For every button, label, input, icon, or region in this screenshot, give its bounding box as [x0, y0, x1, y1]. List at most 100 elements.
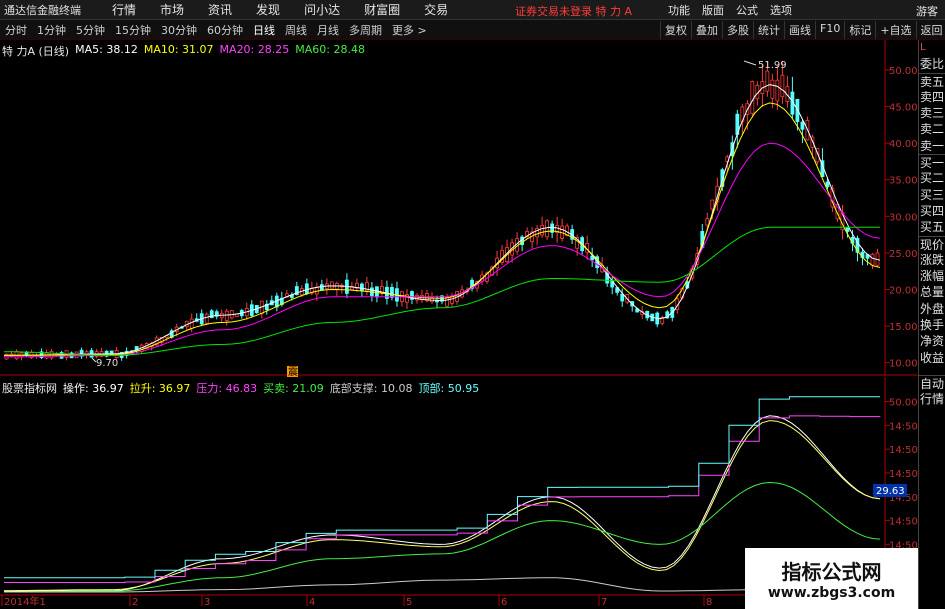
chart-area[interactable]: 50.00 45.00 40.00 35.00 30.00 25.00 20.00 15.00…	[0, 40, 918, 609]
candle-body	[189, 318, 194, 329]
period-5min[interactable]: 5分钟	[71, 22, 110, 38]
quote-field-label: 卖五	[919, 72, 945, 89]
candle-body	[329, 281, 334, 289]
price-tick-label: 30.00	[889, 212, 918, 223]
mark-button[interactable]: 标记	[844, 21, 875, 39]
quote-field-label: 涨幅	[920, 269, 945, 284]
multi-stock-button[interactable]: 多股	[722, 21, 753, 39]
candle-body	[450, 296, 454, 304]
quote-side-panel: L 委比 卖五 卖四 卖三 卖二 卖一 买一 买二 买三 买四 买五 现价 涨跌 涨幅 总量 外盘 换手 净资 收益自…	[918, 40, 945, 609]
period-30min[interactable]: 30分钟	[156, 22, 202, 38]
period-more[interactable]: 更多 >	[387, 22, 432, 38]
overlay-button[interactable]: 叠加	[691, 21, 722, 39]
menu-ask[interactable]: 问小达	[292, 1, 352, 18]
candle-body	[319, 284, 324, 291]
period-60min[interactable]: 60分钟	[202, 22, 248, 38]
date-tick-label: 6	[501, 597, 507, 608]
panel-badge: L	[920, 42, 926, 53]
menu-discover[interactable]: 发现	[244, 1, 292, 18]
period-daily[interactable]: 日线	[248, 22, 280, 38]
menu-quotes[interactable]: 行情	[100, 1, 148, 18]
candle-body	[540, 225, 545, 236]
indicator-tick-label: 14:50	[889, 421, 918, 432]
candle-body	[770, 79, 775, 99]
restore-rights-button[interactable]: 复权	[660, 21, 691, 39]
date-tick-label: 2	[132, 597, 138, 608]
menu-trade[interactable]: 交易	[412, 1, 460, 18]
quote-field-label: 卖四	[920, 89, 945, 104]
ma60-value: MA60: 28.48	[295, 43, 365, 56]
chart-toolbar: 复权 叠加 多股 统计 画线 F10 标记 +自选 返回	[660, 21, 945, 39]
period-multi[interactable]: 多周期	[344, 22, 387, 38]
price-tick-label: 25.00	[889, 249, 918, 260]
period-15min[interactable]: 15分钟	[110, 22, 156, 38]
date-tick-label: 5	[406, 597, 412, 608]
auto-button[interactable]: 自动	[919, 374, 945, 391]
date-tick-label: 4	[309, 597, 315, 608]
indicator-header: 股票指标网 操作: 36.97 拉升: 36.97 压力: 46.83 买卖: …	[2, 380, 479, 396]
candle-body	[204, 313, 209, 324]
candle-body	[765, 70, 770, 92]
menu-market[interactable]: 市场	[148, 1, 196, 18]
stock-name[interactable]: 特 力A (日线)	[2, 43, 69, 59]
quote-field-label: 买二	[920, 171, 945, 186]
date-tick-label: 8	[706, 597, 712, 608]
indicator-tick-label: 14:50	[889, 517, 918, 528]
candle-body	[705, 218, 710, 226]
quote-fields-list: L 委比 卖五 卖四 卖三 卖二 卖一 买一 买二 买三 买四 买五 现价 涨跌 涨幅 总量 外盘 换手 净资 收益自…	[919, 40, 945, 408]
price-tick-label: 35.00	[889, 176, 918, 187]
stock-header: 特 力A (日线) MA5: 38.12 MA10: 31.07 MA20: 2…	[2, 43, 365, 59]
period-intraday[interactable]: 分时	[0, 22, 32, 38]
ma5-value: MA5: 38.12	[75, 43, 138, 56]
period-weekly[interactable]: 周线	[280, 22, 312, 38]
back-button[interactable]: 返回	[915, 21, 945, 39]
candle-body	[710, 199, 715, 210]
candle-body	[304, 283, 309, 295]
menu-formula[interactable]: 公式	[730, 2, 764, 18]
candle-body	[445, 296, 449, 307]
candle-body	[224, 310, 229, 322]
high-price-label: 51.99	[758, 60, 787, 71]
guest-button[interactable]: 游客	[916, 3, 938, 19]
menu-news[interactable]: 资讯	[196, 1, 244, 18]
indicator-name[interactable]: 股票指标网	[2, 380, 57, 396]
quote-field-label: 卖三	[920, 106, 945, 121]
period-1min[interactable]: 1分钟	[32, 22, 71, 38]
candle-body	[825, 181, 830, 188]
watermark-url: www.zbgs3.com	[767, 585, 896, 601]
period-bar: 分时 1分钟 5分钟 15分钟 30分钟 60分钟 日线 周线 月线 多周期 更…	[0, 20, 945, 40]
quote-field-label: 委比	[920, 57, 945, 72]
period-monthly[interactable]: 月线	[312, 22, 344, 38]
menu-function[interactable]: 功能	[662, 2, 696, 18]
quote-field-label: 买四	[920, 203, 945, 218]
quote-field-label: 买一	[919, 154, 945, 171]
quote-field-label: 现价	[919, 235, 945, 252]
add-watchlist-button[interactable]: +自选	[875, 21, 915, 39]
ma10-value: MA10: 31.07	[143, 43, 214, 56]
indicator-pressure: 压力: 46.83	[196, 382, 258, 395]
quote-field-label: 买三	[920, 187, 945, 202]
quote-field-label: 收益	[920, 350, 945, 365]
indicator-tick-label: 14:50	[889, 469, 918, 480]
indicator-lashing: 拉升: 36.97	[129, 382, 191, 395]
price-tick-label: 10.00	[889, 359, 918, 370]
candle-body	[620, 293, 625, 302]
statistics-button[interactable]: 统计	[753, 21, 784, 39]
menu-layout[interactable]: 版面	[696, 2, 730, 18]
draw-line-button[interactable]: 画线	[784, 21, 815, 39]
price-tick-label: 45.00	[889, 103, 918, 114]
app-title: 通达信金融终端	[4, 3, 81, 17]
price-tick-label: 15.00	[889, 322, 918, 333]
login-status[interactable]: 证券交易未登录 特 力 A	[515, 3, 632, 19]
date-tick-label: 7	[601, 597, 607, 608]
menu-bar: 通达信金融终端 行情 市场 资讯 发现 问小达 财富圈 交易 证券交易未登录 特…	[0, 0, 945, 20]
candle-body	[870, 253, 875, 266]
quotes-button[interactable]: 行情	[919, 391, 945, 407]
candle-body	[780, 74, 785, 98]
menu-wealth[interactable]: 财富圈	[352, 1, 412, 18]
quote-field-label: 净资	[920, 334, 945, 349]
quote-field-label: 总量	[920, 285, 945, 300]
menu-options[interactable]: 选项	[764, 2, 798, 18]
f10-button[interactable]: F10	[815, 21, 844, 39]
indicator-tick-label: 50.00	[889, 398, 918, 409]
